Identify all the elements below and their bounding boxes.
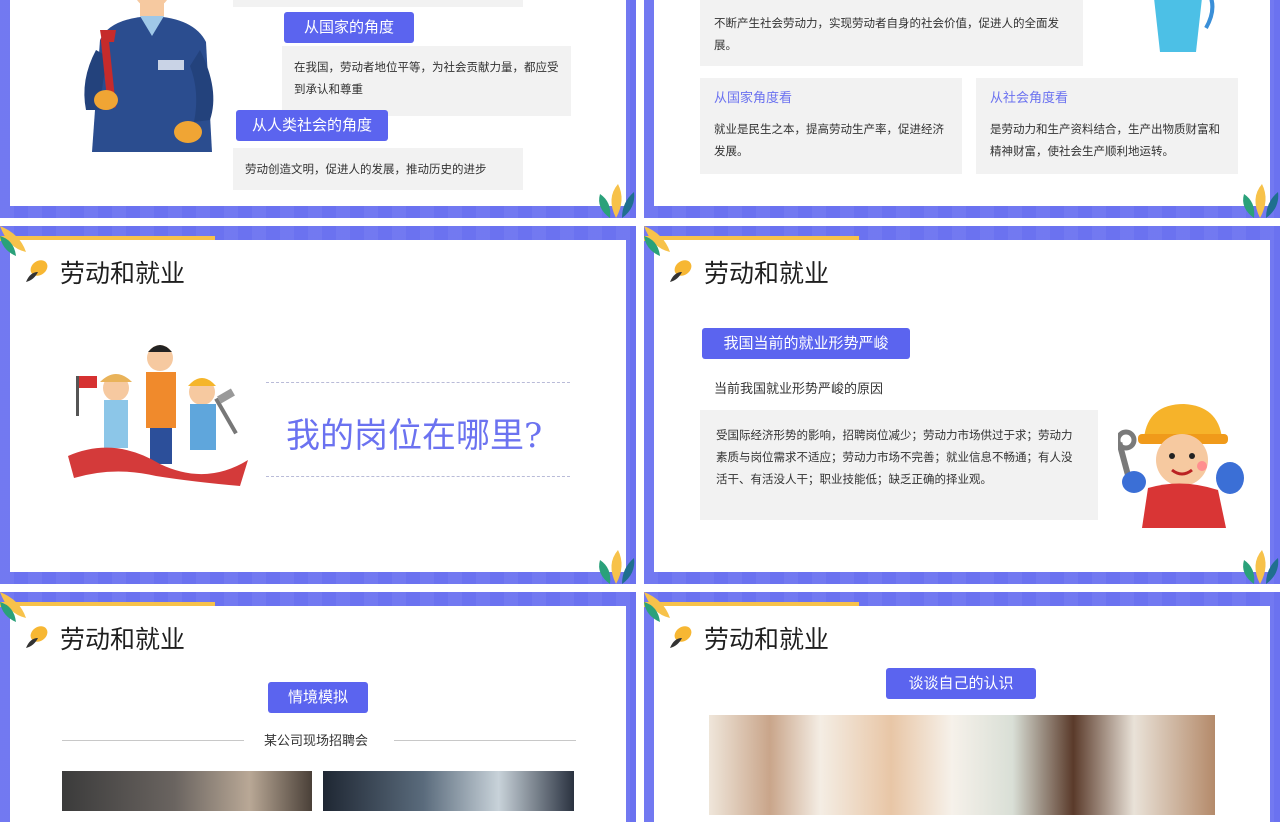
slide-3-title: 劳动和就业 bbox=[60, 259, 186, 288]
leaf-decoration-icon bbox=[1243, 184, 1279, 218]
cartoon-worker-wrench-illustration bbox=[1118, 404, 1244, 528]
leaf-decoration-icon bbox=[0, 226, 26, 256]
team-meeting-photo bbox=[709, 715, 1215, 815]
question-top-line bbox=[266, 382, 570, 383]
society-view-box: 从社会角度看 是劳动力和生产资料结合，生产出物质财富和精神财富，使社会生产顺利地… bbox=[976, 78, 1238, 174]
slide-5-title: 劳动和就业 bbox=[60, 625, 186, 654]
state-view-box: 从国家角度看 就业是民生之本，提高劳动生产率，促进经济发展。 bbox=[700, 78, 962, 174]
leaf-decoration-icon bbox=[644, 592, 670, 622]
slide-5-content: 劳动和就业 情境模拟 某公司现场招聘会 bbox=[10, 606, 626, 822]
leaf-decoration-icon bbox=[644, 226, 670, 256]
leaf-decoration-icon bbox=[0, 592, 26, 622]
human-society-pill: 从人类社会的角度 bbox=[236, 110, 388, 141]
handshake-photo-right bbox=[323, 771, 574, 811]
bucket-illustration bbox=[1154, 0, 1215, 52]
slide-4-content: 劳动和就业 我国当前的就业形势严峻 当前我国就业形势严峻的原因 受国际经济形势的… bbox=[654, 240, 1270, 572]
slide-4-title: 劳动和就业 bbox=[704, 259, 830, 288]
state-perspective-pill: 从国家的角度 bbox=[284, 12, 414, 43]
slide-1-top-box bbox=[233, 0, 523, 7]
subtitle-right-rule bbox=[394, 740, 576, 741]
leaf-decoration-icon bbox=[599, 184, 635, 218]
slide-6[interactable]: 劳动和就业 谈谈自己的认识 bbox=[644, 592, 1280, 822]
human-society-text: 劳动创造文明，促进人的发展，推动历史的进步 bbox=[233, 148, 523, 190]
slide-6-title: 劳动和就业 bbox=[704, 625, 830, 654]
slide-1[interactable]: 从国家的角度 在我国，劳动者地位平等，为社会贡献力量，都应受到承认和尊重 从人类… bbox=[0, 0, 636, 218]
question-bottom-line bbox=[266, 476, 570, 477]
leaf-decoration-icon bbox=[599, 550, 635, 584]
society-view-text: 是劳动力和生产资料结合，生产出物质财富和精神财富，使社会生产顺利地运转。 bbox=[990, 122, 1220, 158]
slide-3-content: 劳动和就业 我的岗位在哪里? bbox=[10, 240, 626, 572]
job-question: 我的岗位在哪里? bbox=[286, 416, 543, 456]
society-view-label: 从社会角度看 bbox=[990, 91, 1069, 106]
state-perspective-text: 在我国，劳动者地位平等，为社会贡献力量，都应受到承认和尊重 bbox=[282, 46, 571, 116]
slide-2-content: 不断产生社会劳动力，实现劳动者自身的社会价值，促进人的全面发展。 从国家角度看 … bbox=[654, 0, 1270, 206]
employment-reason-subtitle: 当前我国就业形势严峻的原因 bbox=[714, 382, 884, 397]
slide-2[interactable]: 不断产生社会劳动力，实现劳动者自身的社会价值，促进人的全面发展。 从国家角度看 … bbox=[644, 0, 1280, 218]
leaf-decoration-icon bbox=[1243, 550, 1279, 584]
state-view-label: 从国家角度看 bbox=[714, 91, 793, 106]
job-fair-subtitle: 某公司现场招聘会 bbox=[264, 734, 369, 749]
slide-6-content: 劳动和就业 谈谈自己的认识 bbox=[654, 606, 1270, 822]
employment-situation-pill: 我国当前的就业形势严峻 bbox=[702, 328, 910, 359]
scenario-simulation-pill: 情境模拟 bbox=[268, 682, 368, 713]
subtitle-left-rule bbox=[62, 740, 244, 741]
interview-photo-left bbox=[62, 771, 312, 811]
slide-3[interactable]: 劳动和就业 我的岗位在哪里? bbox=[0, 226, 636, 584]
employment-reason-text: 受国际经济形势的影响，招聘岗位减少；劳动力市场供过于求；劳动力素质与岗位需求不适… bbox=[700, 410, 1098, 520]
slide-1-content: 从国家的角度 在我国，劳动者地位平等，为社会贡献力量，都应受到承认和尊重 从人类… bbox=[10, 0, 626, 206]
share-opinion-pill: 谈谈自己的认识 bbox=[886, 668, 1036, 699]
slide-4[interactable]: 劳动和就业 我国当前的就业形势严峻 当前我国就业形势严峻的原因 受国际经济形势的… bbox=[644, 226, 1280, 584]
workers-group-illustration bbox=[68, 345, 248, 486]
labor-value-text: 不断产生社会劳动力，实现劳动者自身的社会价值，促进人的全面发展。 bbox=[700, 0, 1083, 66]
state-view-text: 就业是民生之本，提高劳动生产率，促进经济发展。 bbox=[714, 122, 944, 158]
slide-5[interactable]: 劳动和就业 情境模拟 某公司现场招聘会 bbox=[0, 592, 636, 822]
worker-with-wrench-illustration bbox=[84, 0, 214, 152]
